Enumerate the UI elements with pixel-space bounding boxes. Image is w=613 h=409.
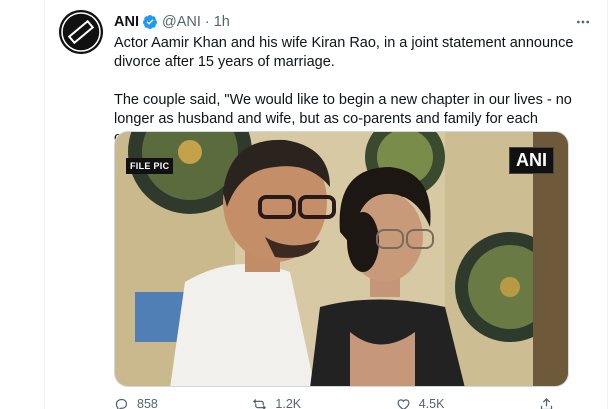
left-rail — [0, 0, 45, 409]
right-rail — [607, 0, 613, 409]
like-icon — [397, 398, 410, 409]
author-name[interactable]: ANI — [114, 14, 139, 30]
reply-count: 858 — [137, 397, 158, 409]
file-pic-badge: FILE PIC — [126, 158, 174, 174]
share-icon — [540, 397, 553, 409]
more-icon[interactable] — [573, 12, 593, 32]
tweet-media-image[interactable]: FILE PIC ANI — [114, 131, 569, 387]
reply-button[interactable]: 858 — [114, 396, 158, 409]
retweet-button[interactable]: 1.2K — [252, 396, 301, 409]
author-handle[interactable]: @ANI — [162, 14, 201, 30]
retweet-count: 1.2K — [275, 397, 302, 409]
ani-watermark: ANI — [509, 147, 554, 174]
tweet-paragraph-1: Actor Aamir Khan and his wife Kiran Rao,… — [114, 35, 574, 70]
tweet-header: ANI @ANI · 1h — [114, 12, 595, 32]
retweet-icon — [253, 398, 267, 409]
tweet-timestamp[interactable]: 1h — [214, 14, 230, 30]
couple-photo — [115, 132, 568, 386]
tweet-actions: 858 1.2K 4.5K — [114, 396, 554, 409]
avatar[interactable] — [59, 10, 103, 54]
share-button[interactable] — [539, 396, 554, 409]
separator-dot: · — [204, 14, 210, 30]
like-count: 4.5K — [418, 397, 445, 409]
reply-icon — [115, 398, 128, 409]
like-button[interactable]: 4.5K — [396, 396, 445, 409]
verified-icon — [142, 14, 158, 30]
ani-logo-icon — [59, 10, 103, 54]
tweet-card[interactable]: ANI @ANI · 1h Actor Aamir Khan and his w… — [46, 0, 607, 409]
